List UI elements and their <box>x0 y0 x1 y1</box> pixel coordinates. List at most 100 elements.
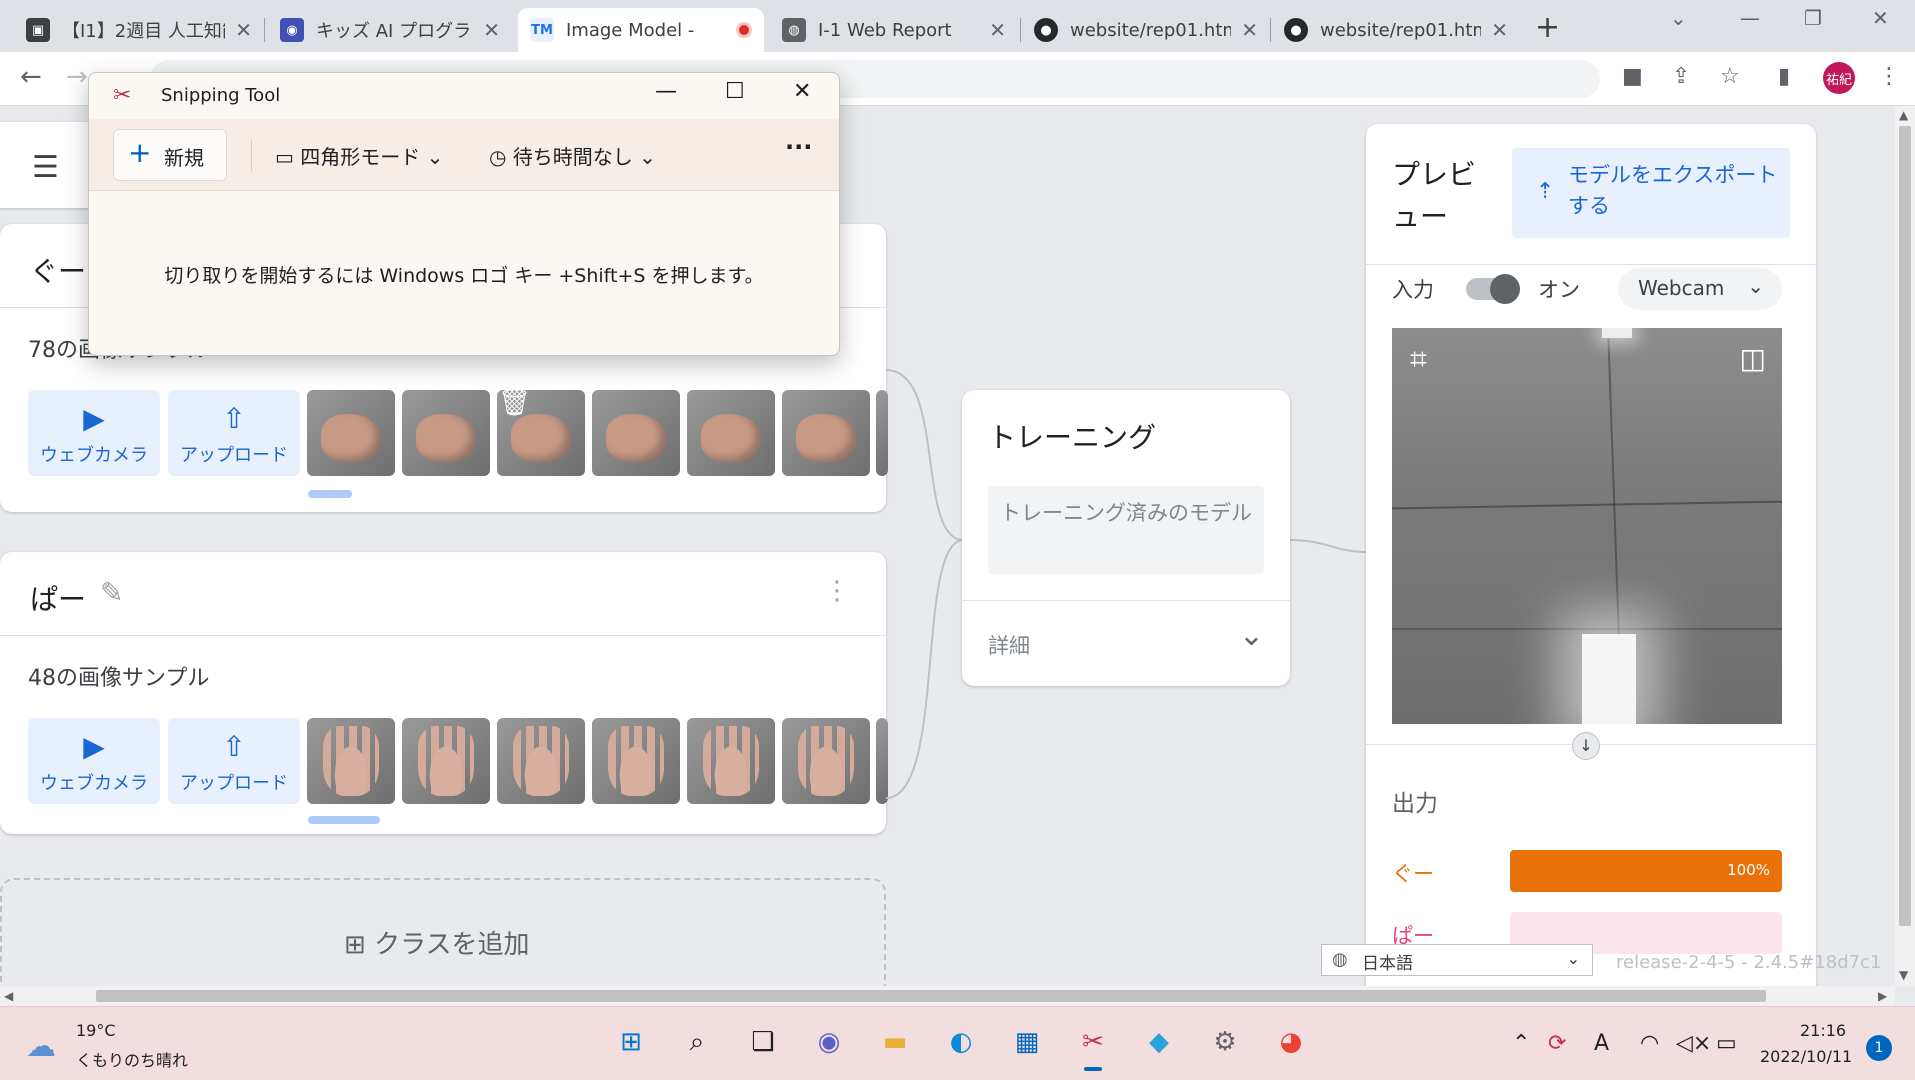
sample-thumbnail[interactable] <box>307 390 395 476</box>
sample-thumbnail[interactable] <box>307 718 395 804</box>
snip-mode-dropdown[interactable]: ▭ 四角形モード ⌄ <box>275 141 443 170</box>
maximize-icon[interactable]: ☐ <box>725 79 745 104</box>
task-view-icon[interactable]: ❏ <box>742 1021 784 1063</box>
class-name[interactable]: ぐー <box>30 250 86 290</box>
chat-icon[interactable]: ◉ <box>808 1021 850 1063</box>
minimize-icon[interactable]: — <box>655 79 677 104</box>
delete-icon[interactable]: 🗑 <box>498 388 531 418</box>
webcam-button[interactable]: ▶ ウェブカメラ <box>28 390 160 476</box>
windows-taskbar: ☁ 19°C くもりのち晴れ ⊞ ⌕ ❏ ◉ ▬ ◐ ▦ ✂ ◆ ⚙ ◕ ⌃ ⟳… <box>0 1006 1915 1080</box>
settings-gear-icon[interactable]: ⚙ <box>1204 1021 1246 1063</box>
tab-3-active[interactable]: TM Image Model - <box>518 8 764 52</box>
more-options-icon[interactable]: ··· <box>785 133 812 161</box>
tab-4[interactable]: ◍ I-1 Web Report ✕ <box>770 8 1018 52</box>
start-windows-icon[interactable]: ⊞ <box>610 1021 652 1063</box>
hamburger-menu-icon[interactable]: ☰ <box>32 150 59 185</box>
tab-6[interactable]: ● website/rep01.html ✕ <box>1272 8 1520 52</box>
export-model-button[interactable]: ⇡ モデルをエクスポートする <box>1512 148 1790 238</box>
upload-button[interactable]: ⇧ アップロード <box>168 390 300 476</box>
side-panel-icon[interactable]: ▮ <box>1778 64 1790 89</box>
share-icon[interactable]: ⇪ <box>1672 64 1690 89</box>
sample-thumbnail[interactable] <box>687 718 775 804</box>
sample-thumbnail[interactable] <box>402 390 490 476</box>
input-method-icon[interactable]: A <box>1594 1031 1609 1056</box>
scroll-thumb[interactable] <box>1899 126 1911 926</box>
sample-thumbnail[interactable] <box>592 390 680 476</box>
chevron-up-icon[interactable]: ⌃ <box>1512 1031 1530 1056</box>
file-explorer-icon[interactable]: ▬ <box>874 1021 916 1063</box>
wifi-icon[interactable]: ◠ <box>1640 1031 1659 1056</box>
sample-thumbnail[interactable] <box>782 390 870 476</box>
weather-temperature[interactable]: 19°C <box>76 1021 116 1040</box>
cloud-icon[interactable]: ☁ <box>26 1029 56 1064</box>
microsoft-store-icon[interactable]: ▦ <box>1006 1021 1048 1063</box>
vertical-scrollbar[interactable]: ▲ ▼ <box>1895 106 1915 986</box>
kebab-menu-icon[interactable]: ⋮ <box>824 576 850 606</box>
clock-time[interactable]: 21:16 <box>1800 1021 1846 1040</box>
back-arrow-icon[interactable]: ← <box>20 62 42 92</box>
chevron-down-icon[interactable]: ⌄ <box>1239 618 1264 653</box>
horizontal-scrollbar[interactable]: ◀ ▶ <box>0 986 1895 1006</box>
restore-icon[interactable]: ❐ <box>1804 6 1822 30</box>
scroll-right-icon[interactable]: ▶ <box>1878 989 1887 1003</box>
photos-icon[interactable]: ◆ <box>1138 1021 1180 1063</box>
new-tab-plus-icon[interactable]: + <box>1535 10 1560 45</box>
minimize-icon[interactable]: — <box>1740 6 1760 30</box>
close-icon[interactable]: ✕ <box>793 79 811 104</box>
language-select[interactable]: ◍ 日本語 ⌄ <box>1321 944 1593 976</box>
confidence-percent: 100% <box>1727 861 1770 879</box>
search-icon[interactable]: ⌕ <box>676 1021 718 1063</box>
thumbnail-scroll-indicator[interactable] <box>308 490 352 498</box>
train-model-button[interactable]: トレーニング済みのモデル <box>988 486 1264 574</box>
bookmark-star-icon[interactable]: ☆ <box>1720 64 1740 89</box>
forward-arrow-icon[interactable]: → <box>66 62 88 92</box>
camera-icon[interactable]: ■ <box>1622 64 1643 89</box>
battery-icon[interactable]: ▭ <box>1716 1031 1737 1056</box>
more-vert-icon[interactable]: ⋮ <box>1878 64 1900 89</box>
flip-icon[interactable]: ◫ <box>1740 342 1766 375</box>
class-name[interactable]: ぱー <box>30 578 86 618</box>
sample-thumbnail[interactable] <box>497 718 585 804</box>
sync-icon[interactable]: ⟳ <box>1548 1031 1566 1056</box>
close-icon[interactable]: ✕ <box>989 18 1006 42</box>
volume-muted-icon[interactable]: ◁× <box>1676 1031 1711 1056</box>
tab-1[interactable]: ▣ 【I1】2週目 人工知能 ✕ <box>14 8 264 52</box>
snipping-tool-icon[interactable]: ✂ <box>1072 1021 1114 1071</box>
sample-thumbnail[interactable] <box>687 390 775 476</box>
scroll-thumb[interactable] <box>96 990 1766 1002</box>
scroll-left-icon[interactable]: ◀ <box>4 989 13 1003</box>
input-source-select[interactable]: Webcam ⌄ <box>1618 268 1782 310</box>
close-icon[interactable]: ✕ <box>235 18 252 42</box>
sample-thumbnail[interactable] <box>592 718 680 804</box>
add-class-button[interactable]: ⊞ クラスを追加 <box>0 878 886 986</box>
chrome-icon[interactable]: ◕ <box>1270 1021 1312 1063</box>
profile-avatar[interactable]: 祐紀 <box>1823 62 1855 94</box>
webcam-button[interactable]: ▶ ウェブカメラ <box>28 718 160 804</box>
thumbnail-scroll-indicator[interactable] <box>308 816 380 824</box>
close-icon[interactable]: ✕ <box>483 18 500 42</box>
new-snip-button[interactable]: + 新規 <box>113 129 227 181</box>
close-window-icon[interactable]: ✕ <box>1872 6 1889 30</box>
github-icon: ● <box>1034 18 1058 42</box>
tab-2[interactable]: ◉ キッズ AI プログラミング ✕ <box>268 8 512 52</box>
input-toggle[interactable] <box>1466 274 1520 304</box>
class-header: ぱー ✎ ⋮ <box>0 552 886 636</box>
clock-date[interactable]: 2022/10/11 <box>1760 1047 1852 1066</box>
close-icon[interactable]: ✕ <box>1241 18 1258 42</box>
sample-thumbnail[interactable] <box>402 718 490 804</box>
snip-delay-dropdown[interactable]: ◷ 待ち時間なし ⌄ <box>489 141 656 170</box>
edit-pencil-icon[interactable]: ✎ <box>100 576 123 609</box>
edge-icon[interactable]: ◐ <box>940 1021 982 1063</box>
notification-badge[interactable]: 1 <box>1866 1035 1892 1061</box>
tab-5[interactable]: ● website/rep01.html ✕ <box>1022 8 1270 52</box>
tab-search-chevron-icon[interactable]: ⌄ <box>1670 6 1687 30</box>
scroll-up-icon[interactable]: ▲ <box>1899 108 1908 122</box>
crop-icon[interactable]: ⌗ <box>1410 342 1427 377</box>
close-icon[interactable]: ✕ <box>1491 18 1508 42</box>
sample-thumbnail[interactable] <box>782 718 870 804</box>
upload-button[interactable]: ⇧ アップロード <box>168 718 300 804</box>
advanced-details-label[interactable]: 詳細 <box>988 630 1030 660</box>
output-label: 出力 <box>1392 791 1438 817</box>
scroll-down-icon[interactable]: ▼ <box>1899 968 1908 982</box>
weather-description[interactable]: くもりのち晴れ <box>76 1047 188 1071</box>
